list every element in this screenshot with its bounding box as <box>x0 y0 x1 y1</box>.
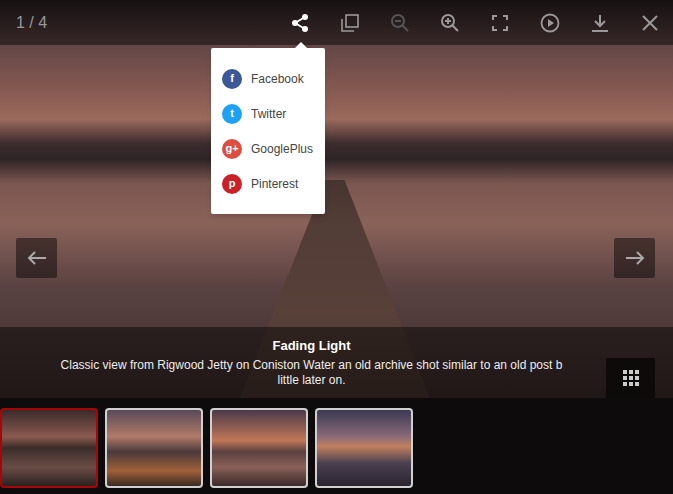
share-logo-icon: g+ <box>222 139 242 159</box>
share-label: GooglePlus <box>251 140 313 158</box>
thumbnail-strip <box>0 398 673 494</box>
toolbar: 1 / 4 <box>0 0 673 45</box>
thumbnail[interactable] <box>315 408 413 488</box>
slide-counter: 1 / 4 <box>0 11 47 35</box>
share-logo-icon: p <box>222 174 242 194</box>
image-stage: 1 / 4 <box>0 0 673 398</box>
share-item[interactable]: g+ GooglePlus <box>211 131 325 166</box>
zoom-out-icon[interactable] <box>377 0 423 45</box>
share-logo-icon: f <box>222 69 242 89</box>
share-item[interactable]: p Pinterest <box>211 166 325 201</box>
share-item[interactable]: f Facebook <box>211 61 325 96</box>
play-icon[interactable] <box>527 0 573 45</box>
share-icon[interactable] <box>277 0 323 45</box>
caption-title: Fading Light <box>273 337 351 355</box>
grid-icon <box>623 370 639 386</box>
arrow-left-icon <box>27 250 47 266</box>
thumbnail[interactable] <box>105 408 203 488</box>
arrow-right-icon <box>625 250 645 266</box>
share-item[interactable]: t Twitter <box>211 96 325 131</box>
thumbnail-toggle[interactable] <box>606 358 655 398</box>
caption-text: Classic view from Rigwood Jetty on Conis… <box>61 358 563 373</box>
lightbox: 1 / 4 <box>0 0 673 494</box>
download-icon[interactable] <box>577 0 623 45</box>
zoom-in-icon[interactable] <box>427 0 473 45</box>
thumbnail[interactable] <box>0 408 98 488</box>
caption: Fading Light Classic view from Rigwood J… <box>0 327 673 398</box>
prev-button[interactable] <box>16 238 57 278</box>
actual-size-icon[interactable] <box>327 0 373 45</box>
share-menu: f Facebook t Twitter g+ GooglePlus p Pinterest <box>211 48 325 214</box>
fullscreen-icon[interactable] <box>477 0 523 45</box>
share-label: Twitter <box>251 105 286 123</box>
next-button[interactable] <box>614 238 655 278</box>
caption-text: little later on. <box>277 373 345 388</box>
thumbnail[interactable] <box>210 408 308 488</box>
share-label: Pinterest <box>251 175 298 193</box>
share-logo-icon: t <box>222 104 242 124</box>
close-icon[interactable] <box>627 0 673 45</box>
share-label: Facebook <box>251 70 304 88</box>
